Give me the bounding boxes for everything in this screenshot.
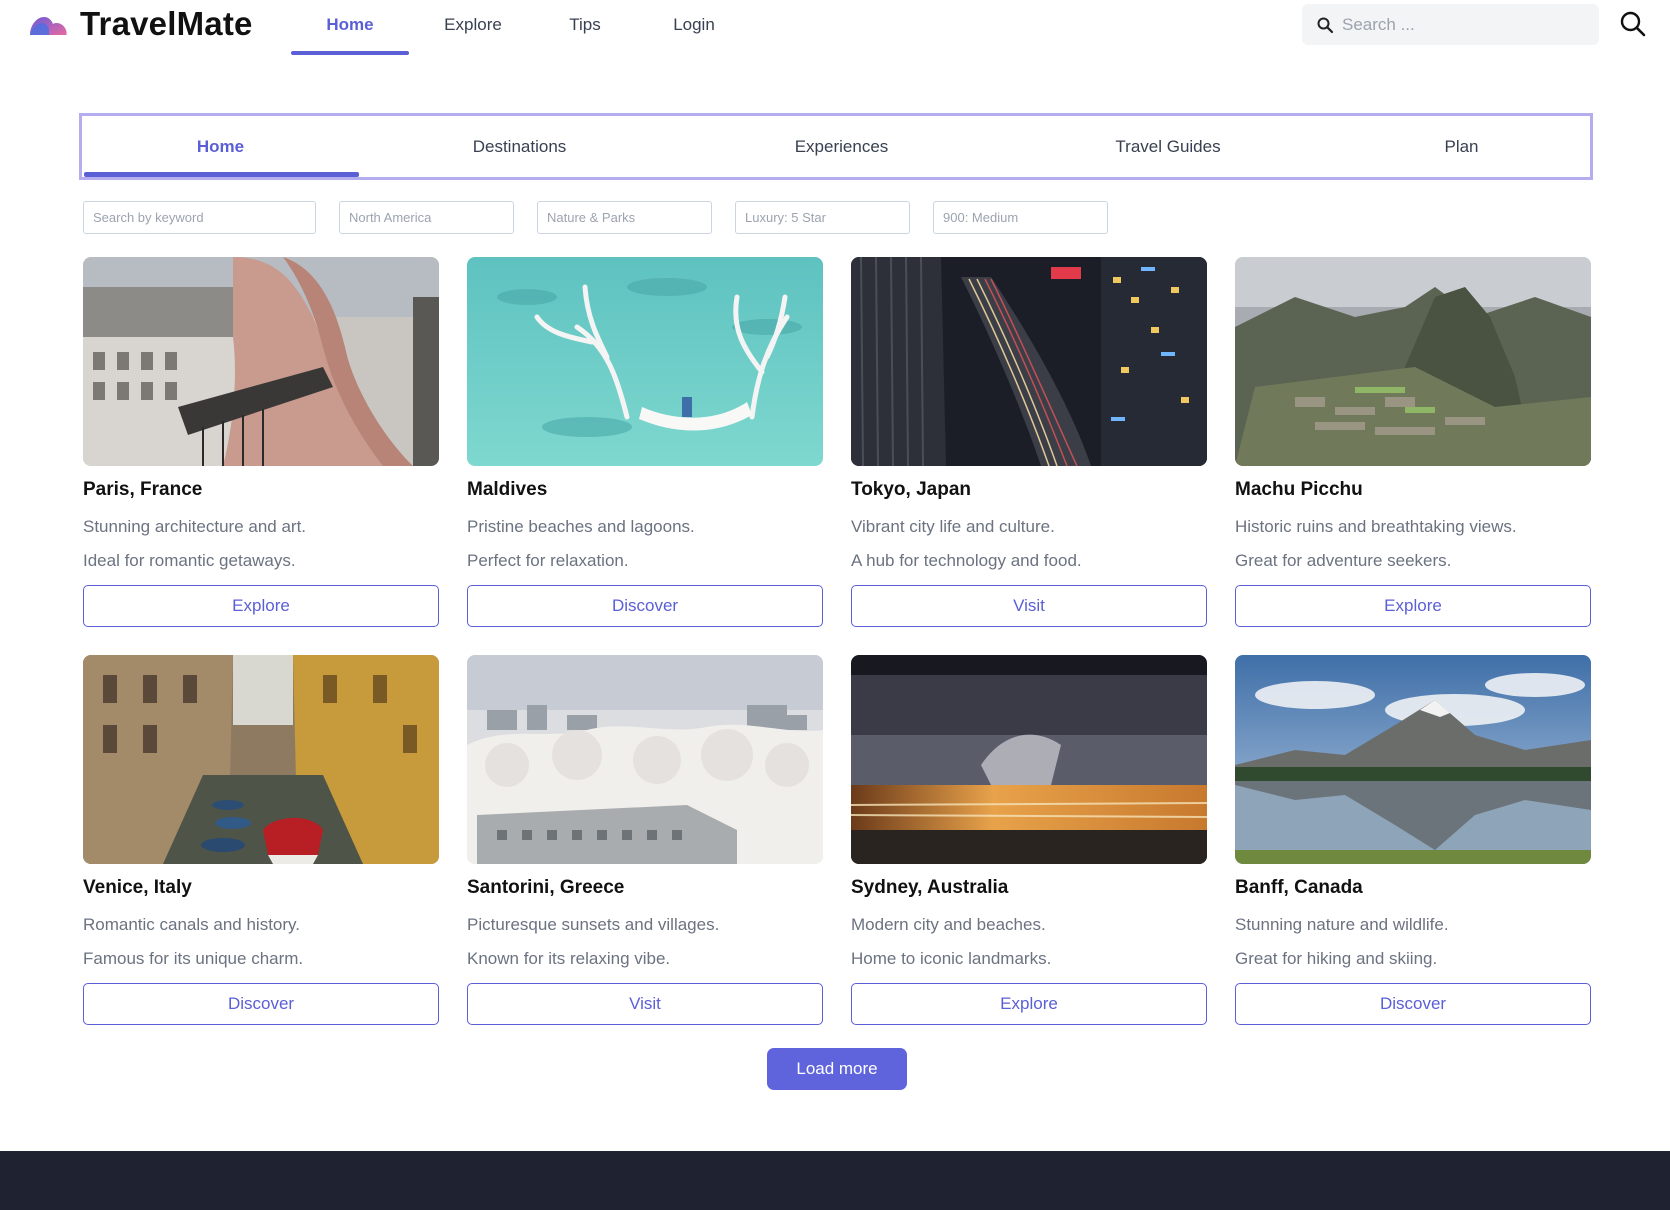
search-button-icon[interactable] — [1619, 10, 1647, 38]
card-subdescription: Home to iconic landmarks. — [851, 949, 1052, 968]
card-description: Historic ruins and breathtaking views. — [1235, 517, 1517, 536]
card-subdescription: A hub for technology and food. — [851, 551, 1082, 570]
card-subdescription: Famous for its unique charm. — [83, 949, 304, 968]
keyword-search-input[interactable] — [83, 201, 316, 234]
nav-item-home[interactable]: Home — [291, 0, 409, 56]
discover-button[interactable]: Discover — [467, 585, 823, 627]
region-filter[interactable] — [339, 201, 514, 234]
card-title: Paris, France — [83, 479, 203, 500]
top-navbar: TravelMate Home Explore Tips Login — [0, 0, 1670, 56]
explore-button[interactable]: Explore — [83, 585, 439, 627]
card-title: Machu Picchu — [1235, 479, 1363, 500]
cloud-logo-icon — [30, 17, 67, 35]
card-title: Santorini, Greece — [467, 877, 625, 898]
visit-button[interactable]: Visit — [467, 983, 823, 1025]
card-image-santorini[interactable] — [467, 655, 823, 864]
card-image-venice[interactable] — [83, 655, 439, 864]
card-subdescription: Great for adventure seekers. — [1235, 551, 1452, 570]
search-icon — [1317, 17, 1334, 33]
card-subdescription: Known for its relaxing vibe. — [467, 949, 671, 968]
destination-card-machu-picchu: Machu Picchu Historic ruins and breathta… — [1235, 257, 1591, 628]
card-description: Stunning nature and wildlife. — [1235, 915, 1449, 934]
card-subdescription: Perfect for relaxation. — [467, 551, 629, 570]
card-title: Sydney, Australia — [851, 877, 1009, 898]
card-subdescription: Great for hiking and skiing. — [1235, 949, 1438, 968]
load-more-button[interactable]: Load more — [767, 1048, 907, 1090]
card-image-banff[interactable] — [1235, 655, 1591, 864]
destination-card-banff: Banff, Canada Stunning nature and wildli… — [1235, 655, 1591, 1026]
card-title: Maldives — [467, 479, 548, 500]
luxury-filter[interactable] — [735, 201, 910, 234]
destination-card-sydney: Sydney, Australia Modern city and beache… — [851, 655, 1207, 1026]
destination-card-maldives: Maldives Pristine beaches and lagoons. P… — [467, 257, 823, 628]
tab-plan[interactable]: Plan — [1333, 116, 1590, 177]
category-filter[interactable] — [537, 201, 712, 234]
discover-button[interactable]: Discover — [1235, 983, 1591, 1025]
discover-button[interactable]: Discover — [83, 983, 439, 1025]
brand-name: TravelMate — [80, 5, 253, 42]
budget-filter[interactable] — [933, 201, 1108, 234]
card-image-sydney[interactable] — [851, 655, 1207, 864]
card-subdescription: Ideal for romantic getaways. — [83, 551, 296, 570]
section-tab-bar: Home Destinations Experiences Travel Gui… — [79, 113, 1593, 180]
tab-home[interactable]: Home — [82, 116, 359, 177]
card-image-tokyo[interactable] — [851, 257, 1207, 466]
destination-card-venice: Venice, Italy Romantic canals and histor… — [83, 655, 439, 1026]
destination-card-tokyo: Tokyo, Japan Vibrant city life and cultu… — [851, 257, 1207, 628]
tab-destinations[interactable]: Destinations — [359, 116, 680, 177]
top-search-input[interactable] — [1342, 14, 1582, 35]
card-description: Vibrant city life and culture. — [851, 517, 1055, 536]
page-footer — [0, 1151, 1670, 1210]
card-description: Romantic canals and history. — [83, 915, 301, 934]
card-description: Stunning architecture and art. — [83, 517, 307, 536]
explore-button[interactable]: Explore — [851, 983, 1207, 1025]
destination-card-santorini: Santorini, Greece Picturesque sunsets an… — [467, 655, 823, 1026]
card-image-machu-picchu[interactable] — [1235, 257, 1591, 466]
card-description: Pristine beaches and lagoons. — [467, 517, 695, 536]
nav-item-login[interactable]: Login — [633, 0, 755, 56]
card-description: Modern city and beaches. — [851, 915, 1046, 934]
nav-item-explore[interactable]: Explore — [409, 0, 537, 56]
destination-card-paris: Paris, France Stunning architecture and … — [83, 257, 439, 628]
card-title: Banff, Canada — [1235, 877, 1363, 898]
top-search-box[interactable] — [1302, 4, 1599, 45]
explore-button[interactable]: Explore — [1235, 585, 1591, 627]
visit-button[interactable]: Visit — [851, 585, 1207, 627]
brand-logo[interactable]: TravelMate — [28, 5, 253, 42]
main-nav: Home Explore Tips Login — [291, 0, 755, 56]
nav-item-tips[interactable]: Tips — [537, 0, 633, 56]
tab-experiences[interactable]: Experiences — [680, 116, 1003, 177]
card-title: Venice, Italy — [83, 877, 192, 898]
card-description: Picturesque sunsets and villages. — [467, 915, 720, 934]
tab-travel-guides[interactable]: Travel Guides — [1003, 116, 1333, 177]
card-image-maldives[interactable] — [467, 257, 823, 466]
card-title: Tokyo, Japan — [851, 479, 972, 500]
card-image-paris[interactable] — [83, 257, 439, 466]
